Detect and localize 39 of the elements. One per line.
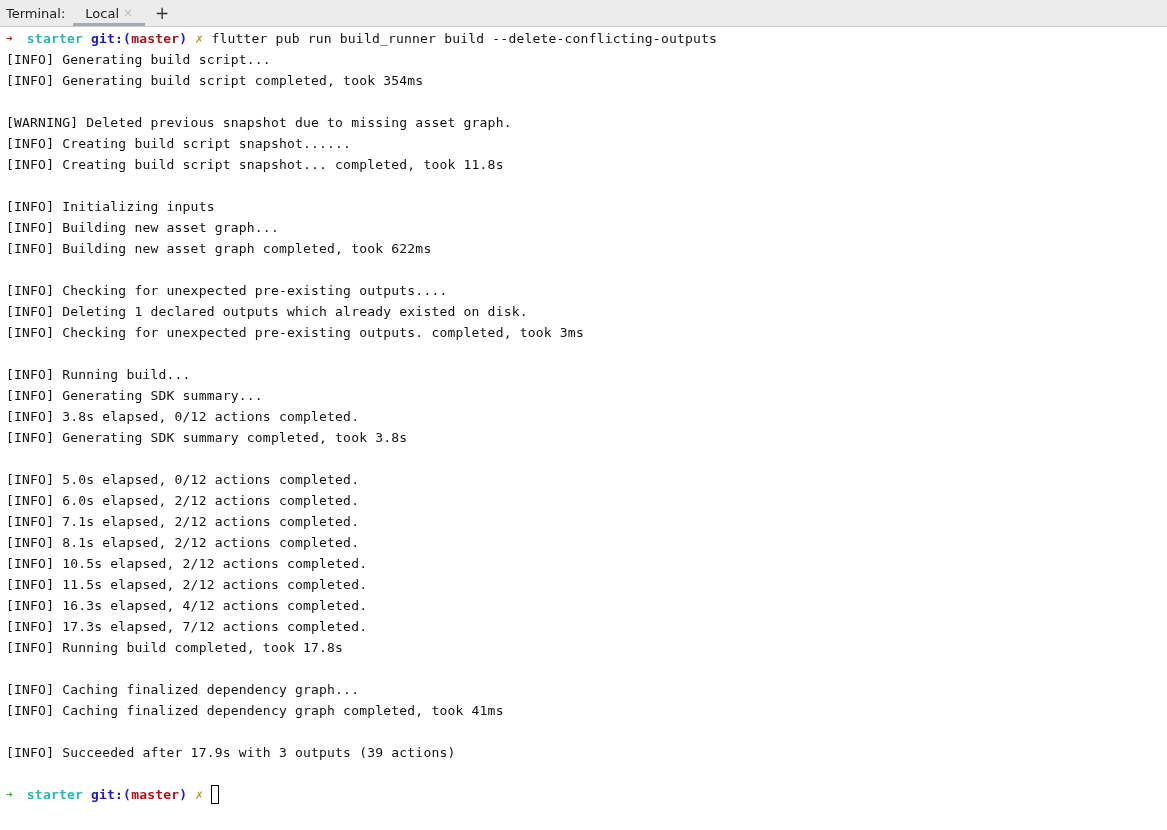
output-line: [INFO] 11.5s elapsed, 2/12 actions completed. [6, 576, 369, 594]
output-line: [INFO] 8.1s elapsed, 2/12 actions completed. [6, 534, 361, 552]
output-line: [INFO] Initializing inputs [6, 198, 216, 216]
output-line: [INFO] Caching finalized dependency graph... [6, 681, 361, 699]
git-branch: git:(master) [91, 786, 188, 804]
tool-window-title: Terminal: [5, 4, 67, 23]
output-line: [INFO] Deleting 1 declared outputs which already existed on disk. [6, 303, 529, 321]
directory-name: starter [26, 786, 83, 804]
output-line: [INFO] Generating build script... [6, 51, 272, 69]
output-line: [INFO] 10.5s elapsed, 2/12 actions completed. [6, 555, 369, 573]
output-line: [INFO] 7.1s elapsed, 2/12 actions completed. [6, 513, 361, 531]
dirty-mark: ✗ [195, 786, 204, 804]
dirty-mark: ✗ [195, 30, 204, 48]
output-line: [INFO] Caching finalized dependency graph completed, took 41ms [6, 702, 505, 720]
output-line: [INFO] Creating build script snapshot... completed, took 11.8s [6, 156, 505, 174]
output-line: [INFO] Running build completed, took 17.8s [6, 639, 345, 657]
output-line: [INFO] Checking for unexpected pre-existing outputs.... [6, 282, 449, 300]
output-line: [WARNING] Deleted previous snapshot due to missing asset graph. [6, 114, 513, 132]
output-line: [INFO] 16.3s elapsed, 4/12 actions completed. [6, 597, 369, 615]
output-line: [INFO] Generating build script completed, took 354ms [6, 72, 425, 90]
new-tab-button[interactable]: + [145, 0, 180, 26]
output-line: [INFO] 3.8s elapsed, 0/12 actions completed. [6, 408, 361, 426]
output-line: [INFO] 17.3s elapsed, 7/12 actions completed. [6, 618, 369, 636]
prompt-arrow: ➜ [6, 787, 13, 803]
prompt-arrow: ➜ [6, 31, 13, 47]
output-line: [INFO] Building new asset graph... [6, 219, 280, 237]
output-line: [INFO] Checking for unexpected pre-existing outputs. completed, took 3ms [6, 324, 585, 342]
directory-name: starter [26, 30, 83, 48]
git-branch: git:(master) [91, 30, 188, 48]
terminal-tab[interactable]: Local × [73, 0, 146, 26]
command-text: flutter pub run build_runner build --delete-conflicting-outputs [211, 30, 718, 48]
output-line: [INFO] 5.0s elapsed, 0/12 actions completed. [6, 471, 361, 489]
output-line: [INFO] Generating SDK summary completed, took 3.8s [6, 429, 409, 447]
output-line: [INFO] Building new asset graph completed, took 622ms [6, 240, 433, 258]
output-line: [INFO] Generating SDK summary... [6, 387, 264, 405]
output-line: [INFO] Creating build script snapshot...... [6, 135, 353, 153]
output-line: [INFO] Running build... [6, 366, 192, 384]
output-line: [INFO] 6.0s elapsed, 2/12 actions completed. [6, 492, 361, 510]
output-line: [INFO] Succeeded after 17.9s with 3 outputs (39 actions) [6, 744, 457, 762]
